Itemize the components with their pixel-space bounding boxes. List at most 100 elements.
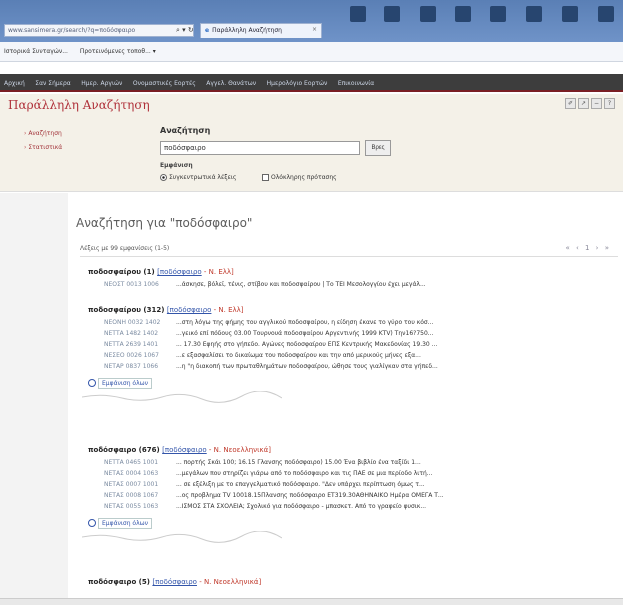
result-row[interactable]: ΝΕΤΑΡ 0837 1066 ...η "η διακοπή των πρωτα… <box>88 363 618 374</box>
tab-close-icon[interactable]: × <box>312 26 317 33</box>
result-group: ποδόσφαιρο (676) [ποδόσφαιρο - Ν. Νεοελλ… <box>82 446 618 543</box>
group-lemma-link[interactable]: [ποδόσφαιρο <box>152 578 197 586</box>
option-words-label: Συγκεντρωτικά λέξεις <box>169 174 237 181</box>
row-ref[interactable]: ΝΕΤΑΣ 0055 1063 <box>88 503 176 510</box>
external-icon[interactable]: ↗ <box>578 98 589 109</box>
result-row[interactable]: ΝΕΤΤΑ 2639 1401... 17.30 Εφηής στο γήπεδ… <box>88 341 618 352</box>
row-text: ... 17.30 Εφηής στο γήπεδο. Αγώνες ποδοσ… <box>176 341 438 348</box>
group-lemma-link[interactable]: [ποδόσφαιρο <box>157 268 202 276</box>
group-source: - Ν. Νεοελληνικά] <box>206 446 271 454</box>
browser-titlebar: www.sansimera.gr/search/?q=ποδόσφαιρο ⌕ … <box>0 0 623 42</box>
taskbar-app-icon[interactable] <box>420 6 436 22</box>
panel-title: Παράλληλη Αναζήτηση <box>8 98 150 112</box>
side-link-stats[interactable]: Στατιστικά <box>24 144 62 151</box>
row-ref[interactable]: ΝΕΤΑΡ 0837 1066 <box>88 363 176 370</box>
panel-toolbar: ✐ ↗ −? <box>563 98 615 109</box>
row-text: ...μεγάλων που στηρίζει γιάρω από το ποδ… <box>176 470 433 477</box>
search-button[interactable]: Βρες <box>365 140 391 156</box>
nav-item-home[interactable]: Αρχική <box>4 80 25 87</box>
row-ref[interactable]: ΝΕΟΝΗ 0032 1402 <box>88 319 176 326</box>
taskbar-app-icon[interactable] <box>562 6 578 22</box>
result-row[interactable]: ΝΕΤΑΣ 0008 1067 ...ος προβλημα ΤV 10018.1… <box>88 492 618 503</box>
magnifier-icon <box>88 519 96 527</box>
option-words[interactable]: Συγκεντρωτικά λέξεις <box>160 174 236 181</box>
torn-edge <box>82 391 282 403</box>
group-word: ποδόσφαιρο (676) <box>88 446 160 454</box>
group-lemma-link[interactable]: [ποδόσφαιρο <box>162 446 207 454</box>
nav-item-contact[interactable]: Επικοινωνία <box>338 80 374 87</box>
favorite-item[interactable]: Ιστορικά Συνταγών... <box>4 48 68 55</box>
result-group: ποδοσφαίρου (1) [ποδόσφαιρο - Ν. Ελλ] ΝΕ… <box>88 268 618 292</box>
row-ref[interactable]: ΝΕΤΑΣ 0004 1063 <box>88 470 176 477</box>
search-input[interactable]: ποδόσφαιρο <box>160 141 360 155</box>
address-bar[interactable]: www.sansimera.gr/search/?q=ποδόσφαιρο <box>4 24 194 37</box>
row-ref[interactable]: ΝΕΤΤΑ 1482 1402 <box>88 330 176 337</box>
row-text: ...ε εξασφαλίσει το δικαίωμα του ποδοσφα… <box>176 352 421 359</box>
results-heading: Αναζήτηση για "ποδόσφαιρο" <box>76 216 253 230</box>
group-lemma-link[interactable]: [ποδόσφαιρο <box>167 306 212 314</box>
result-group: ποδόσφαιρο (5) [ποδόσφαιρο - Ν. Νεοελλην… <box>88 578 618 591</box>
help-icon[interactable]: ? <box>604 98 615 109</box>
group-header: ποδοσφαίρου (312) [ποδόσφαιρο - Ν. Ελλ] <box>88 306 618 314</box>
result-row[interactable]: ΝΕΣΕΟ 0026 1067 ...ε εξασφαλίσει το δικαί… <box>88 352 618 363</box>
nav-item-obituaries[interactable]: Αγγελ. Θανάτων <box>206 80 256 87</box>
display-label: Εμφάνιση <box>160 162 193 169</box>
taskbar-app-icon[interactable] <box>526 6 542 22</box>
divider <box>80 256 618 257</box>
row-text: ...ΙΣΜΟΣ ΣΤΑ ΣΧΟΛΕΙΑ; Σχολικό για ποδόσφ… <box>176 503 427 510</box>
row-ref[interactable]: ΝΕΤΑΣ 0008 1067 <box>88 492 176 499</box>
row-text: ...στη λόγω της φήμης του αγγλικού ποδοσ… <box>176 319 434 326</box>
option-sentence[interactable]: Ολόκληρης πρότασης <box>262 174 337 181</box>
result-row[interactable]: ΝΕΤΑΣ 0004 1063 ...μεγάλων που στηρίζει γ… <box>88 470 618 481</box>
address-bar-icons[interactable]: ⌕ ▾ ↻ <box>176 26 194 35</box>
torn-edge <box>82 531 282 543</box>
row-ref[interactable]: ΝΕΤΤΑ 2639 1401 <box>88 341 176 348</box>
result-row[interactable]: ΝΕΤΤΑ 1482 1402 ...γεικό επί πόδους 03.00… <box>88 330 618 341</box>
show-all-label[interactable]: Εμφάνιση όλων <box>98 377 153 389</box>
show-all-label[interactable]: Εμφάνιση όλων <box>98 517 153 529</box>
row-text: ... σε εξέλιξη με το επαγγελματικό ποδόσ… <box>176 481 425 488</box>
taskbar-app-icon[interactable] <box>350 6 366 22</box>
result-row[interactable]: ΝΕΤΑΣ 0007 1001... σε εξέλιξη με το επαγ… <box>88 481 618 492</box>
nav-item-holidays[interactable]: Ημερ. Αργιών <box>81 80 122 87</box>
show-all[interactable]: Εμφάνιση όλων <box>82 377 618 403</box>
group-source: - Ν. Ελλ] <box>211 306 244 314</box>
taskbar-app-icon[interactable] <box>598 6 614 22</box>
results-count: Λέξεις με 99 εμφανίσεις (1-5) <box>80 245 170 252</box>
search-label: Αναζήτηση <box>160 126 211 135</box>
group-word: ποδοσφαίρου (1) <box>88 268 155 276</box>
row-text: ...άσκησε, βόλεϊ, τένις, στίβου και ποδο… <box>176 281 426 288</box>
minimize-icon[interactable]: − <box>591 98 602 109</box>
pager[interactable]: « ‹ 1 › » <box>565 244 611 252</box>
tab-title: Παράλληλη Αναζήτηση <box>212 27 282 34</box>
taskbar-app-icon[interactable] <box>490 6 506 22</box>
row-ref[interactable]: ΝΕΤΤΑ 0465 1001 <box>88 459 176 466</box>
row-text: ...ος προβλημα ΤV 10018.15Πλανσης ποδόσφ… <box>176 492 444 499</box>
nav-item-today[interactable]: Σαν Σήμερα <box>35 80 70 87</box>
row-ref[interactable]: ΝΕΤΑΣ 0007 1001 <box>88 481 176 488</box>
group-source: - Ν. Νεοελληνικά] <box>196 578 262 586</box>
row-ref[interactable]: ΝΕΣΕΟ 0026 1067 <box>88 352 176 359</box>
browser-tab[interactable]: e Παράλληλη Αναζήτηση × <box>200 23 322 38</box>
side-link-search[interactable]: Αναζήτηση <box>24 130 62 137</box>
nav-item-calendar[interactable]: Ημερολόγιο Εορτών <box>267 80 328 87</box>
row-text: ... πορτής Σκάι 100; 16.15 Γλανσης ποδόσ… <box>176 459 421 466</box>
group-header: ποδοσφαίρου (1) [ποδόσφαιρο - Ν. Ελλ] <box>88 268 618 276</box>
result-row[interactable]: ΝΕΟΣΤ 0013 1006 ...άσκησε, βόλεϊ, τένις, … <box>88 281 618 292</box>
result-row[interactable]: ΝΕΤΤΑ 0465 1001... πορτής Σκάι 100; 16.1… <box>88 459 618 470</box>
radio-selected-icon[interactable] <box>160 174 167 181</box>
checkbox-icon[interactable] <box>262 174 269 181</box>
row-ref[interactable]: ΝΕΟΣΤ 0013 1006 <box>88 281 176 288</box>
result-row[interactable]: ΝΕΤΑΣ 0055 1063 ...ΙΣΜΟΣ ΣΤΑ ΣΧΟΛΕΙΑ; Σχο… <box>88 503 618 514</box>
result-row[interactable]: ΝΕΟΝΗ 0032 1402 ...στη λόγω της φήμης του… <box>88 319 618 330</box>
favorite-item[interactable]: Προτεινόμενες τοποθ... ▾ <box>80 48 156 55</box>
show-all[interactable]: Εμφάνιση όλων <box>82 517 618 543</box>
nav-item-namedays[interactable]: Ονομαστικές Εορτές <box>133 80 196 87</box>
edit-icon[interactable]: ✐ <box>565 98 576 109</box>
site-nav: Αρχική Σαν Σήμερα Ημερ. Αργιών Ονομαστικ… <box>0 74 623 92</box>
taskbar-app-icon[interactable] <box>384 6 400 22</box>
group-word: ποδοσφαίρου (312) <box>88 306 165 314</box>
taskbar-app-icon[interactable] <box>455 6 471 22</box>
option-sentence-label: Ολόκληρης πρότασης <box>271 174 337 181</box>
ie-icon: e <box>205 27 210 34</box>
